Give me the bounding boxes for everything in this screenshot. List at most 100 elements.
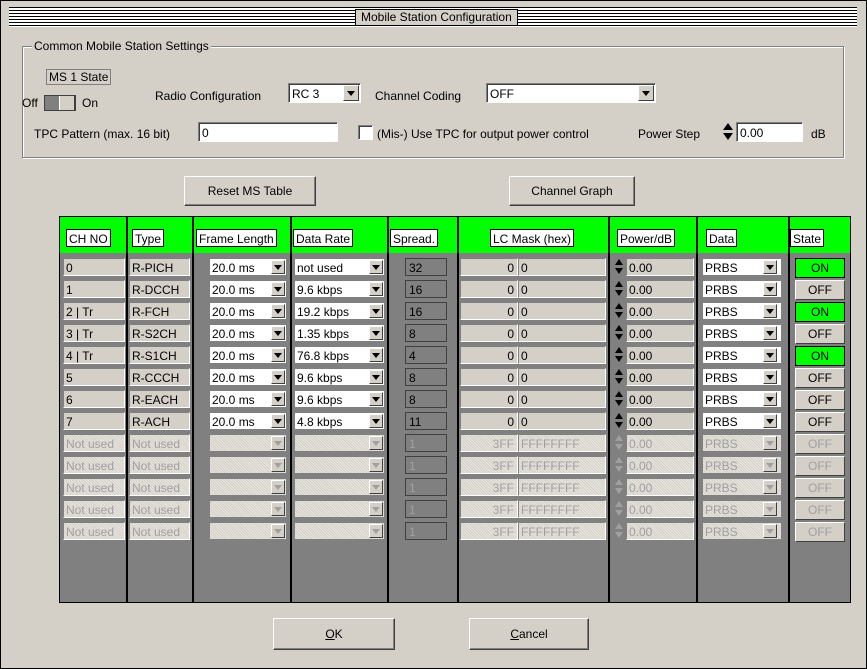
chevron-down-icon[interactable] xyxy=(271,370,285,384)
power-spinner[interactable] xyxy=(615,456,624,474)
lc-mask-low[interactable]: FFFFFFFF xyxy=(518,478,606,496)
power-cell[interactable]: 0.00 xyxy=(626,280,694,298)
power-spinner[interactable] xyxy=(615,346,624,364)
ch-no-cell[interactable]: 2 | Tr xyxy=(63,302,125,320)
state-button[interactable]: OFF xyxy=(795,390,845,410)
chevron-down-icon[interactable] xyxy=(763,414,777,428)
ch-no-cell[interactable]: Not used xyxy=(63,500,125,518)
power-spinner[interactable] xyxy=(615,478,624,496)
power-cell[interactable]: 0.00 xyxy=(626,302,694,320)
lc-mask-high[interactable]: 0 xyxy=(460,324,518,342)
type-cell[interactable]: R-FCH xyxy=(129,302,190,320)
chevron-down-icon[interactable] xyxy=(638,85,654,101)
power-cell[interactable]: 0.00 xyxy=(626,434,694,452)
ch-no-cell[interactable]: Not used xyxy=(63,522,125,540)
chevron-down-icon[interactable] xyxy=(763,370,777,384)
lc-mask-low[interactable]: FFFFFFFF xyxy=(518,456,606,474)
power-spinner[interactable] xyxy=(615,500,624,518)
power-cell[interactable]: 0.00 xyxy=(626,478,694,496)
ch-no-cell[interactable]: 5 xyxy=(63,368,125,386)
lc-mask-low[interactable]: FFFFFFFF xyxy=(518,500,606,518)
chevron-down-icon[interactable] xyxy=(343,85,359,101)
power-spinner[interactable] xyxy=(615,258,624,276)
ch-no-cell[interactable]: Not used xyxy=(63,478,125,496)
state-button[interactable]: OFF xyxy=(795,368,845,388)
state-button[interactable]: OFF xyxy=(795,522,845,542)
lc-mask-low[interactable]: 0 xyxy=(518,302,606,320)
lc-mask-low[interactable]: 0 xyxy=(518,412,606,430)
power-cell[interactable]: 0.00 xyxy=(626,390,694,408)
ok-button[interactable]: OK xyxy=(273,618,395,650)
chevron-down-icon[interactable] xyxy=(763,436,777,450)
type-cell[interactable]: Not used xyxy=(129,456,190,474)
type-cell[interactable]: R-EACH xyxy=(129,390,190,408)
lc-mask-high[interactable]: 0 xyxy=(460,302,518,320)
chevron-down-icon[interactable] xyxy=(763,282,777,296)
state-button[interactable]: ON xyxy=(795,346,845,366)
lc-mask-low[interactable]: 0 xyxy=(518,390,606,408)
type-cell[interactable]: R-PICH xyxy=(129,258,190,276)
power-spinner[interactable] xyxy=(615,412,624,430)
chevron-down-icon[interactable] xyxy=(271,348,285,362)
power-cell[interactable]: 0.00 xyxy=(626,412,694,430)
chevron-down-icon[interactable] xyxy=(271,260,285,274)
chevron-down-icon[interactable] xyxy=(369,436,383,450)
chevron-down-icon[interactable] xyxy=(763,260,777,274)
lc-mask-low[interactable]: FFFFFFFF xyxy=(518,434,606,452)
chevron-down-icon[interactable] xyxy=(369,502,383,516)
chevron-down-icon[interactable] xyxy=(763,458,777,472)
power-cell[interactable]: 0.00 xyxy=(626,456,694,474)
power-spinner[interactable] xyxy=(615,390,624,408)
chevron-down-icon[interactable] xyxy=(369,348,383,362)
state-button[interactable]: OFF xyxy=(795,500,845,520)
chevron-down-icon[interactable] xyxy=(271,458,285,472)
chevron-down-icon[interactable] xyxy=(369,326,383,340)
chevron-down-icon[interactable] xyxy=(763,304,777,318)
reset-ms-table-button[interactable]: Reset MS Table xyxy=(184,176,316,206)
type-cell[interactable]: Not used xyxy=(129,478,190,496)
power-spinner[interactable] xyxy=(615,522,624,540)
ch-no-cell[interactable]: 4 | Tr xyxy=(63,346,125,364)
power-spinner[interactable] xyxy=(615,368,624,386)
chevron-down-icon[interactable] xyxy=(271,524,285,538)
type-cell[interactable]: R-ACH xyxy=(129,412,190,430)
lc-mask-high[interactable]: 0 xyxy=(460,390,518,408)
state-button[interactable]: OFF xyxy=(795,412,845,432)
state-button[interactable]: OFF xyxy=(795,434,845,454)
ch-no-cell[interactable]: 3 | Tr xyxy=(63,324,125,342)
ch-no-cell[interactable]: Not used xyxy=(63,434,125,452)
chevron-down-icon[interactable] xyxy=(369,458,383,472)
radio-config-select[interactable]: RC 3 xyxy=(288,83,361,103)
chevron-down-icon[interactable] xyxy=(271,502,285,516)
chevron-down-icon[interactable] xyxy=(369,414,383,428)
power-cell[interactable]: 0.00 xyxy=(626,368,694,386)
ch-no-cell[interactable]: 7 xyxy=(63,412,125,430)
chevron-down-icon[interactable] xyxy=(763,480,777,494)
power-spinner[interactable] xyxy=(615,280,624,298)
title-bar[interactable]: Mobile Station Configuration xyxy=(9,7,857,27)
lc-mask-high[interactable]: 3FF xyxy=(460,434,518,452)
lc-mask-high[interactable]: 0 xyxy=(460,368,518,386)
power-cell[interactable]: 0.00 xyxy=(626,522,694,540)
lc-mask-high[interactable]: 0 xyxy=(460,280,518,298)
lc-mask-high[interactable]: 3FF xyxy=(460,522,518,540)
lc-mask-high[interactable]: 3FF xyxy=(460,456,518,474)
lc-mask-low[interactable]: 0 xyxy=(518,258,606,276)
lc-mask-high[interactable]: 0 xyxy=(460,346,518,364)
lc-mask-high[interactable]: 0 xyxy=(460,412,518,430)
chevron-down-icon[interactable] xyxy=(369,524,383,538)
lc-mask-low[interactable]: 0 xyxy=(518,280,606,298)
lc-mask-low[interactable]: 0 xyxy=(518,324,606,342)
type-cell[interactable]: Not used xyxy=(129,500,190,518)
chevron-down-icon[interactable] xyxy=(369,304,383,318)
ms-state-toggle[interactable] xyxy=(44,95,76,111)
tpc-checkbox[interactable] xyxy=(358,125,373,140)
power-step-input[interactable]: 0.00 xyxy=(736,122,803,142)
state-button[interactable]: OFF xyxy=(795,324,845,344)
lc-mask-high[interactable]: 3FF xyxy=(460,500,518,518)
chevron-down-icon[interactable] xyxy=(271,436,285,450)
chevron-down-icon[interactable] xyxy=(369,480,383,494)
ch-no-cell[interactable]: 6 xyxy=(63,390,125,408)
chevron-down-icon[interactable] xyxy=(271,326,285,340)
lc-mask-high[interactable]: 3FF xyxy=(460,478,518,496)
